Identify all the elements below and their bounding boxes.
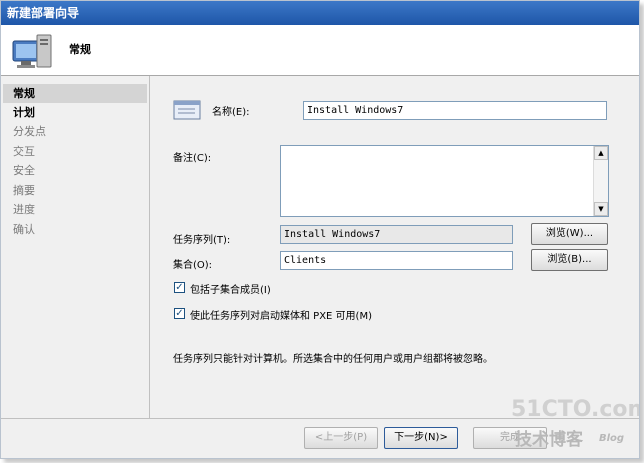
next-button[interactable]: 下一步(N)> (384, 427, 458, 449)
content-panel: 名称(E): 备注(C): ▲ ▼ 任务序列(T): Install Windo… (150, 76, 639, 418)
scroll-up-arrow[interactable]: ▲ (594, 146, 608, 160)
nav-item-confirmation: 确认 (13, 223, 35, 236)
watermark-site: 51CTO.com (511, 397, 640, 422)
info-note: 任务序列只能针对计算机。所选集合中的任何用户或用户组都将被忽略。 (173, 354, 493, 365)
deployment-icon (173, 100, 201, 120)
task-sequence-label: 任务序列(T): (173, 235, 231, 246)
wizard-window: 新建部署向导 常规 常规 计划 分发点 交互 安全 摘要 进度 确认 名称(E)… (0, 0, 640, 459)
computer-icon (12, 34, 52, 68)
comment-scrollbar[interactable]: ▲ ▼ (593, 146, 608, 216)
nav-item-distribution-points: 分发点 (13, 125, 46, 138)
wizard-body: 常规 计划 分发点 交互 安全 摘要 进度 确认 名称(E): 备注(C): ▲… (1, 76, 639, 418)
task-sequence-field: Install Windows7 (280, 225, 513, 244)
step-nav: 常规 计划 分发点 交互 安全 摘要 进度 确认 (1, 76, 150, 418)
collection-label: 集合(O): (173, 260, 213, 271)
window-title: 新建部署向导 (1, 1, 639, 25)
nav-item-progress: 进度 (13, 203, 35, 216)
nav-item-summary: 摘要 (13, 184, 35, 197)
include-subcollections-label: 包括子集合成员(I) (190, 285, 271, 296)
name-input[interactable] (303, 101, 607, 120)
scroll-down-arrow[interactable]: ▼ (594, 202, 608, 216)
browse-task-sequence-button[interactable]: 浏览(W)... (531, 223, 608, 245)
pxe-available-checkbox[interactable]: ✓ (174, 308, 185, 319)
previous-button[interactable]: <上一步(P) (304, 427, 378, 449)
browse-collection-button[interactable]: 浏览(B)... (531, 249, 608, 271)
nav-item-security: 安全 (13, 164, 35, 177)
nav-item-schedule[interactable]: 计划 (3, 103, 147, 122)
watermark-text: 技术博客 (515, 430, 583, 450)
collection-field[interactable]: Clients (280, 251, 513, 270)
watermark-blog: Blog (599, 433, 625, 444)
include-subcollections-checkbox[interactable]: ✓ (174, 282, 185, 293)
header-title: 常规 (69, 43, 91, 56)
comment-textarea[interactable] (280, 145, 609, 217)
nav-item-interaction: 交互 (13, 145, 35, 158)
wizard-header: 常规 (1, 25, 639, 76)
comment-label: 备注(C): (173, 153, 212, 164)
pxe-available-label: 使此任务序列对启动媒体和 PXE 可用(M) (190, 311, 372, 322)
nav-item-general[interactable]: 常规 (3, 84, 147, 103)
name-label: 名称(E): (212, 107, 250, 118)
